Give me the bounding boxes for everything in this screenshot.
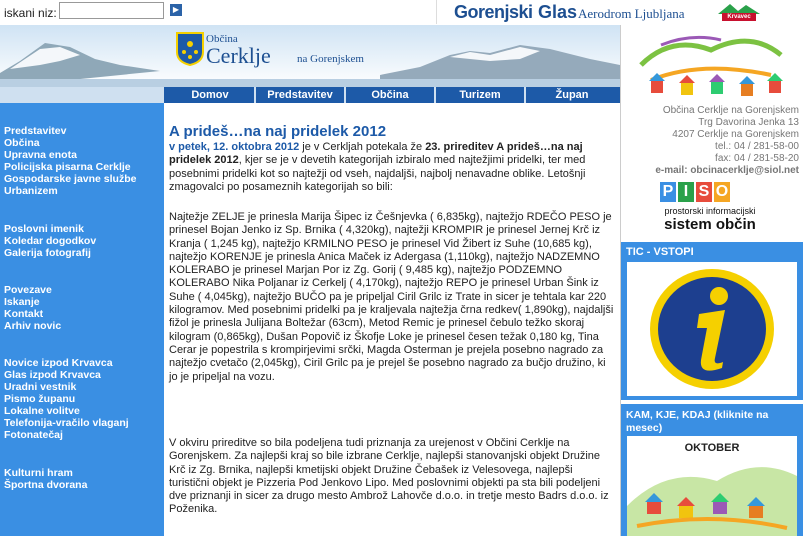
children-drawing-logo — [620, 25, 803, 103]
sidebar-item-predstavitev[interactable]: Predstavitev — [4, 125, 66, 137]
sidebar-item-kontakt[interactable]: Kontakt — [4, 308, 43, 320]
address-street: Trg Davorina Jenka 13 — [698, 117, 799, 128]
address-city: 4207 Cerklje na Gorenjskem — [672, 129, 799, 140]
sidebar-item-lokalne-volitve[interactable]: Lokalne volitve — [4, 405, 80, 417]
sidebar-item-gospodarske-sluzbe[interactable]: Gospodarske javne službe — [4, 173, 136, 185]
ad-glas-text: Glas — [538, 2, 578, 22]
sidebar-item-pismo-zupanu[interactable]: Pismo županu — [4, 393, 75, 405]
piso-letter: S — [696, 182, 712, 202]
piso-title: sistem občin — [664, 216, 756, 233]
tic-title: TIC - VSTOPI — [626, 246, 694, 258]
piso-letter: I — [678, 182, 694, 202]
sidebar-item-telefonija[interactable]: Telefonija-vračilo vlaganj — [4, 417, 129, 429]
article-intro: v petek, 12. oktobra 2012 je v Cerkljah … — [169, 141, 614, 194]
piso-logo: PISO — [660, 182, 732, 202]
nav-zupan[interactable]: Župan — [526, 87, 618, 103]
article-intro-text: je v Cerkljah potekala že — [299, 141, 426, 153]
address-tel: tel.: 04 / 281-58-00 — [715, 141, 799, 152]
sidebar-item-policijska-pisarna[interactable]: Policijska pisarna Cerklje — [4, 161, 131, 173]
cerklje-crest-icon — [176, 32, 204, 66]
kam-kje-kdaj-title: KAM, KJE, KDAJ (kliknite na mesec) — [626, 409, 769, 434]
ad-aerodrom-text: Aerodrom Ljubljana — [578, 6, 685, 21]
village-drawing-icon — [639, 35, 783, 96]
search-input[interactable] — [59, 2, 164, 19]
sidebar-item-fotonatecaj[interactable]: Fotonatečaj — [4, 429, 63, 441]
sidebar-item-iskanje[interactable]: Iskanje — [4, 296, 40, 308]
sidebar-item-glas-krvavca[interactable]: Glas izpod Krvavca — [4, 369, 101, 381]
address-name: Občina Cerklje na Gorenjskem — [662, 105, 799, 116]
sidebar-item-arhiv-novic[interactable]: Arhiv novic — [4, 320, 61, 332]
calendar-month[interactable]: OKTOBER — [627, 442, 797, 454]
sidebar-item-kulturni-hram[interactable]: Kulturni hram — [4, 467, 73, 479]
header-title: Cerklje — [206, 43, 271, 68]
sidebar-item-poslovni-imenik[interactable]: Poslovni imenik — [4, 223, 84, 235]
sidebar-item-obcina[interactable]: Občina — [4, 137, 40, 149]
article-title: A prideš…na naj pridelek 2012 — [169, 123, 387, 140]
nav-obcina[interactable]: Občina — [346, 87, 434, 103]
search-go-button[interactable]: ▶ — [170, 4, 182, 16]
info-icon — [650, 269, 774, 389]
sidebar-item-galerija[interactable]: Galerija fotografij — [4, 247, 91, 259]
sidebar-item-novice-krvavca[interactable]: Novice izpod Krvavca — [4, 357, 113, 369]
piso-letter: P — [660, 182, 676, 202]
krvavec-label: Krvavec — [722, 13, 756, 21]
article-body: Najtežje ZELJE je prinesla Marija Šipec … — [169, 211, 614, 383]
header-subtitle: na Gorenjskem — [297, 53, 364, 65]
tic-link[interactable] — [627, 262, 797, 396]
piso-letter: O — [714, 182, 730, 202]
arrow-right-icon: ▶ — [172, 5, 180, 14]
piso-banner[interactable]: PISO — [660, 182, 732, 202]
sidebar-item-urbanizem[interactable]: Urbanizem — [4, 185, 58, 197]
nav-turizem[interactable]: Turizem — [436, 87, 524, 103]
piso-subtitle: prostorski informacijski — [664, 206, 756, 216]
article-paragraph-2: V okviru prireditve so bila podeljena tu… — [169, 437, 609, 516]
address-fax: fax: 04 / 281-58-20 — [715, 153, 799, 164]
ad-gorenjski-text: Gorenjski — [454, 2, 533, 22]
sidebar-item-koledar-dogodkov[interactable]: Koledar dogodkov — [4, 235, 96, 247]
sidebar-item-uradni-vestnik[interactable]: Uradni vestnik — [4, 381, 76, 393]
nav-domov[interactable]: Domov — [166, 87, 254, 103]
search-label: iskani niz: — [4, 6, 57, 20]
address-email-link[interactable]: e-mail: obcinacerklje@siol.net — [655, 165, 799, 177]
article-date: v petek, 12. oktobra 2012 — [169, 141, 300, 153]
sidebar-item-povezave[interactable]: Povezave — [4, 284, 52, 296]
sidebar-item-sportna-dvorana[interactable]: Športna dvorana — [4, 479, 87, 491]
nav-predstavitev[interactable]: Predstavitev — [256, 87, 344, 103]
sidebar-item-upravna-enota[interactable]: Upravna enota — [4, 149, 77, 161]
